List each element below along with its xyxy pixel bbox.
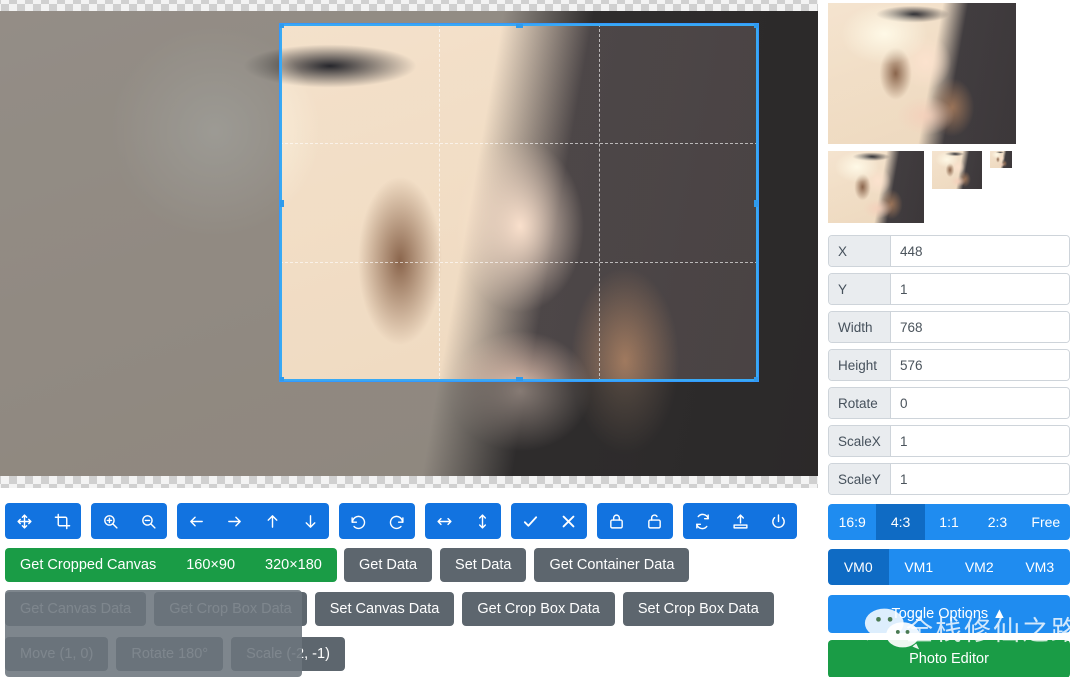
field-x: X px: [828, 235, 1070, 267]
field-scaley: ScaleY: [828, 463, 1070, 495]
aspect-ratio-group: 16:9 4:3 1:1 2:3 Free: [828, 504, 1070, 540]
cropper-canvas[interactable]: [0, 0, 818, 488]
crop-handle-w[interactable]: [280, 199, 284, 207]
toolbar-group-misc: [683, 503, 797, 539]
close-icon[interactable]: [549, 503, 587, 539]
data-button-row: Get Data Set Data Get Container Data: [344, 548, 690, 582]
get-data-button[interactable]: Get Data: [344, 548, 433, 582]
arrow-down-icon[interactable]: [291, 503, 329, 539]
field-y: Y px: [828, 273, 1070, 305]
editor-left-column: Get Cropped Canvas 160×90 320×180 Get Da…: [0, 0, 818, 677]
lock-icon[interactable]: [597, 503, 635, 539]
field-input-rotate[interactable]: [891, 388, 1069, 418]
chevron-up-icon: ▲: [992, 606, 1007, 622]
crop-handle-nw[interactable]: [280, 24, 284, 28]
size-160x90-button[interactable]: 160×90: [171, 548, 250, 582]
field-label-width: Width: [829, 312, 891, 342]
crop-handle-e[interactable]: [754, 199, 758, 207]
crop-data-fields: X px Y px Width px Height px Rotate: [828, 235, 1070, 495]
check-icon[interactable]: [511, 503, 549, 539]
field-label-scalex: ScaleX: [829, 426, 891, 456]
green-button-group: Get Cropped Canvas 160×90 320×180: [5, 548, 337, 582]
aspect-ratio-free[interactable]: Free: [1021, 504, 1070, 540]
set-crop-box-data-button[interactable]: Set Crop Box Data: [622, 592, 774, 626]
get-container-data-button[interactable]: Get Container Data: [534, 548, 690, 582]
get-crop-box-data-button[interactable]: Get Crop Box Data: [462, 592, 615, 626]
unlock-icon[interactable]: [635, 503, 673, 539]
set-data-button[interactable]: Set Data: [440, 548, 527, 582]
icon-toolbar: [5, 503, 797, 539]
view-mode-vm0[interactable]: VM0: [828, 549, 889, 585]
photo-editor-app: Get Cropped Canvas 160×90 320×180 Get Da…: [0, 0, 1080, 677]
size-320x180-button[interactable]: 320×180: [250, 548, 337, 582]
view-mode-vm3[interactable]: VM3: [1009, 549, 1070, 585]
flip-horizontal-icon[interactable]: [425, 503, 463, 539]
toolbar-group-zoom: [91, 503, 167, 539]
toolbar-group-lock: [597, 503, 673, 539]
preview-small: [932, 151, 982, 189]
field-input-height[interactable]: [891, 350, 1069, 380]
preview-medium: [828, 151, 924, 223]
field-height: Height px: [828, 349, 1070, 381]
toolbar-group-move-crop: [5, 503, 81, 539]
photo-editor-button[interactable]: Photo Editor: [828, 640, 1070, 677]
overlay-panel: [5, 590, 302, 677]
upload-icon[interactable]: [721, 503, 759, 539]
aspect-ratio-1-1[interactable]: 1:1: [924, 504, 974, 540]
crop-handle-se[interactable]: [754, 377, 758, 381]
field-input-scalex[interactable]: [891, 426, 1069, 456]
view-mode-vm1[interactable]: VM1: [888, 549, 949, 585]
field-input-y[interactable]: [891, 274, 1069, 304]
field-label-scaley: ScaleY: [829, 464, 891, 494]
arrow-up-icon[interactable]: [253, 503, 291, 539]
toolbar-group-flip: [425, 503, 501, 539]
toggle-options-label: Toggle Options: [891, 606, 989, 622]
field-scalex: ScaleX: [828, 425, 1070, 457]
preview-tiny: [990, 151, 1012, 168]
crop-handle-sw[interactable]: [280, 377, 284, 381]
flip-vertical-icon[interactable]: [463, 503, 501, 539]
set-canvas-data-button[interactable]: Set Canvas Data: [314, 592, 455, 626]
toolbar-group-rotate: [339, 503, 415, 539]
crop-handle-n[interactable]: [516, 24, 523, 28]
crop-box[interactable]: [279, 23, 759, 382]
aspect-ratio-16-9[interactable]: 16:9: [828, 504, 877, 540]
preview-large: [828, 3, 1016, 144]
cropped-canvas-button-group: Get Cropped Canvas 160×90 320×180: [5, 548, 337, 582]
view-mode-vm2[interactable]: VM2: [949, 549, 1010, 585]
crop-handle-ne[interactable]: [754, 24, 758, 28]
preview-thumbnails: [828, 151, 1070, 223]
crop-icon[interactable]: [43, 503, 81, 539]
view-mode-group: VM0 VM1 VM2 VM3: [828, 549, 1070, 585]
toolbar-group-confirm: [511, 503, 587, 539]
field-input-width[interactable]: [891, 312, 1069, 342]
zoom-in-icon[interactable]: [91, 503, 129, 539]
toolbar-group-arrows: [177, 503, 329, 539]
power-icon[interactable]: [759, 503, 797, 539]
field-width: Width px: [828, 311, 1070, 343]
editor-right-column: X px Y px Width px Height px Rotate: [818, 0, 1080, 677]
source-image-cropped-view: [280, 24, 758, 381]
field-label-y: Y: [829, 274, 891, 304]
aspect-ratio-2-3[interactable]: 2:3: [973, 504, 1022, 540]
field-label-height: Height: [829, 350, 891, 380]
aspect-ratio-4-3[interactable]: 4:3: [876, 504, 925, 540]
field-label-rotate: Rotate: [829, 388, 891, 418]
field-input-x[interactable]: [891, 236, 1069, 266]
field-rotate: Rotate deg: [828, 387, 1070, 419]
zoom-out-icon[interactable]: [129, 503, 167, 539]
field-label-x: X: [829, 236, 891, 266]
rotate-left-icon[interactable]: [339, 503, 377, 539]
crop-handle-s[interactable]: [516, 377, 523, 381]
move-icon[interactable]: [5, 503, 43, 539]
toggle-options-button[interactable]: Toggle Options ▲: [828, 595, 1070, 633]
get-cropped-canvas-button[interactable]: Get Cropped Canvas: [5, 548, 171, 582]
arrow-left-icon[interactable]: [177, 503, 215, 539]
refresh-icon[interactable]: [683, 503, 721, 539]
arrow-right-icon[interactable]: [215, 503, 253, 539]
rotate-right-icon[interactable]: [377, 503, 415, 539]
field-input-scaley[interactable]: [891, 464, 1069, 494]
